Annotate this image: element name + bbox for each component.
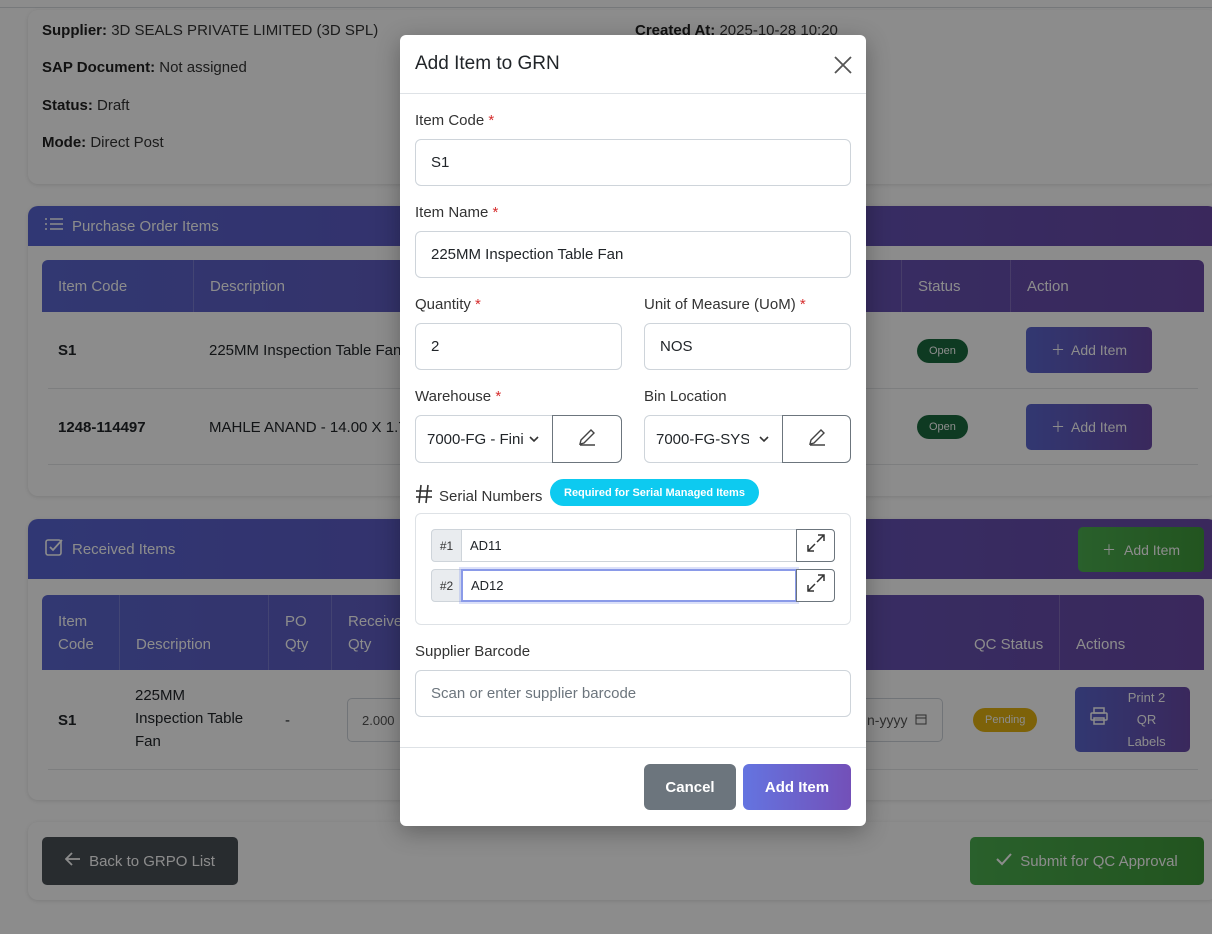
required-mark: *	[495, 388, 502, 405]
uom-label: Unit of Measure (UoM) *	[644, 296, 806, 313]
modal-title: Add Item to GRN	[415, 53, 560, 74]
item-code-label-text: Item Code	[415, 112, 485, 129]
bin-location-edit-button[interactable]	[782, 415, 851, 463]
cancel-button[interactable]: Cancel	[644, 764, 736, 810]
quantity-field[interactable]: 2	[415, 323, 622, 370]
expand-button[interactable]	[796, 569, 835, 602]
supplier-barcode-label: Supplier Barcode	[415, 643, 531, 660]
serial-input[interactable]: AD11	[461, 529, 797, 562]
item-name-label: Item Name *	[415, 204, 498, 221]
quantity-label: Quantity *	[415, 296, 481, 313]
pencil-icon	[577, 427, 597, 452]
required-mark: *	[475, 296, 481, 313]
warehouse-label-text: Warehouse	[415, 388, 492, 405]
expand-icon	[806, 533, 826, 558]
chevron-down-icon	[758, 432, 770, 449]
modal-footer: Cancel Add Item	[400, 747, 866, 826]
supplier-barcode-input[interactable]: Scan or enter supplier barcode	[415, 670, 851, 717]
serial-index: #1	[431, 529, 462, 562]
item-code-label: Item Code *	[415, 112, 494, 129]
close-icon[interactable]	[832, 54, 854, 76]
item-code-field[interactable]: S1	[415, 139, 851, 186]
add-item-submit-button[interactable]: Add Item	[743, 764, 851, 810]
warehouse-select[interactable]: 7000-FG - Fini	[415, 415, 553, 463]
serial-numbers-box: #1 AD11 #2 AD12	[415, 513, 851, 625]
hash-icon	[415, 484, 433, 508]
required-mark: *	[492, 204, 499, 221]
pencil-icon	[807, 427, 827, 452]
serial-index: #2	[431, 569, 462, 602]
required-mark: *	[488, 112, 495, 129]
expand-button[interactable]	[796, 529, 835, 562]
item-name-label-text: Item Name	[415, 204, 489, 221]
bin-location-select-value: 7000-FG-SYST	[656, 430, 749, 448]
serial-numbers-label: Serial Numbers	[415, 484, 542, 508]
warehouse-select-value: 7000-FG - Fini	[427, 430, 524, 448]
bin-location-select[interactable]: 7000-FG-SYST	[644, 415, 783, 463]
warehouse-edit-button[interactable]	[552, 415, 622, 463]
bin-location-label: Bin Location	[644, 388, 727, 405]
add-item-modal: Add Item to GRN Item Code * S1 Item Name…	[400, 35, 866, 826]
uom-field[interactable]: NOS	[644, 323, 851, 370]
chevron-down-icon	[528, 432, 540, 449]
item-name-field[interactable]: 225MM Inspection Table Fan	[415, 231, 851, 278]
modal-header: Add Item to GRN	[400, 35, 866, 94]
warehouse-label: Warehouse *	[415, 388, 501, 405]
required-mark: *	[799, 296, 806, 313]
serial-numbers-label-text: Serial Numbers	[439, 487, 543, 505]
serial-required-badge: Required for Serial Managed Items	[550, 479, 759, 506]
serial-row: #2 AD12	[431, 569, 836, 602]
serial-input[interactable]: AD12	[461, 569, 797, 602]
uom-label-text: Unit of Measure (UoM)	[644, 296, 796, 313]
quantity-label-text: Quantity	[415, 296, 471, 313]
serial-row: #1 AD11	[431, 529, 836, 562]
expand-icon	[806, 573, 826, 598]
